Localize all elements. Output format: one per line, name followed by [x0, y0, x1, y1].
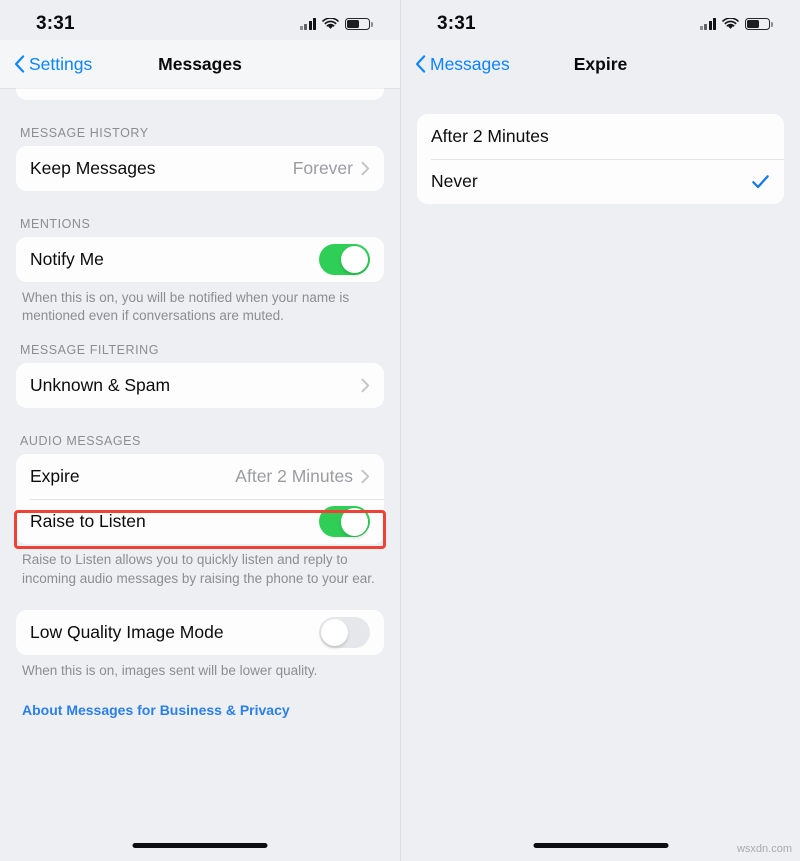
- watermark: wsxdn.com: [736, 843, 792, 855]
- row-label: Notify Me: [30, 249, 104, 269]
- section-card-message-history: Keep Messages Forever: [16, 146, 384, 191]
- nav-bar: Settings Messages: [0, 40, 400, 88]
- checkmark-icon: [751, 172, 770, 191]
- row-keep-messages[interactable]: Keep Messages Forever: [16, 146, 384, 191]
- chevron-right-icon: [361, 378, 370, 393]
- toggle-knob: [320, 618, 349, 647]
- section-card-low-quality: Low Quality Image Mode: [16, 609, 384, 655]
- row-low-quality-image-mode[interactable]: Low Quality Image Mode: [16, 609, 384, 655]
- toggle-knob: [340, 245, 369, 274]
- section-header-audio-messages: AUDIO MESSAGES: [20, 434, 141, 449]
- status-icons: [699, 16, 773, 31]
- section-card-audio-messages: Expire After 2 Minutes Raise to Listen: [16, 454, 384, 545]
- battery-icon: [345, 18, 373, 30]
- option-label: Never: [431, 171, 478, 191]
- nav-bar: Messages Expire: [401, 40, 800, 88]
- option-row-after-2-minutes[interactable]: After 2 Minutes: [417, 114, 784, 159]
- section-card-mentions: Notify Me: [16, 237, 384, 282]
- expire-options-card: After 2 Minutes Never: [417, 114, 784, 204]
- row-label: Expire: [30, 466, 80, 487]
- row-label: Keep Messages: [30, 158, 156, 178]
- row-notify-me[interactable]: Notify Me: [16, 237, 384, 282]
- status-time: 3:31: [437, 13, 476, 34]
- row-unknown-and-spam[interactable]: Unknown & Spam: [16, 363, 384, 409]
- wifi-icon: [722, 16, 739, 31]
- option-label: After 2 Minutes: [431, 126, 549, 146]
- section-header-mentions: MENTIONS: [20, 217, 91, 231]
- row-raise-to-listen[interactable]: Raise to Listen: [16, 499, 384, 545]
- raise-to-listen-toggle[interactable]: [319, 506, 370, 538]
- low-quality-image-mode-toggle[interactable]: [319, 616, 370, 648]
- chevron-left-icon: [415, 55, 426, 73]
- back-button[interactable]: Settings: [14, 54, 92, 75]
- chevron-right-icon: [361, 161, 370, 176]
- row-label: Unknown & Spam: [30, 375, 171, 396]
- section-footnote-audio-messages: Raise to Listen allows you to quickly li…: [22, 552, 375, 586]
- section-header-message-filtering: MESSAGE FILTERING: [20, 343, 160, 358]
- dual-screenshot-stage: 3:31 Settings Messages MESSAGE HISTORY K…: [0, 0, 800, 861]
- section-footnote-mentions: When this is on, you will be notified wh…: [22, 290, 350, 324]
- row-expire[interactable]: Expire After 2 Minutes: [16, 454, 384, 500]
- cellular-signal-icon: [699, 18, 716, 30]
- back-button-label: Messages: [430, 53, 510, 74]
- wifi-icon: [322, 16, 339, 31]
- right-phone-screen: 3:31 Messages Expire After 2 Minutes Nev…: [400, 0, 800, 861]
- chevron-right-icon: [361, 469, 370, 484]
- status-bar: 3:31: [0, 0, 400, 40]
- option-row-never[interactable]: Never: [417, 159, 784, 204]
- chevron-left-icon: [14, 55, 25, 73]
- section-card-message-filtering: Unknown & Spam: [16, 363, 384, 409]
- toggle-knob: [340, 508, 369, 536]
- section-footnote-low-quality: When this is on, images sent will be low…: [22, 662, 318, 678]
- row-label: Low Quality Image Mode: [30, 621, 224, 642]
- back-button-label: Settings: [29, 53, 93, 74]
- settings-list: MESSAGE HISTORY Keep Messages Forever ME…: [0, 100, 400, 722]
- status-time: 3:31: [36, 13, 75, 34]
- home-indicator: [132, 843, 268, 848]
- row-label: Raise to Listen: [30, 511, 146, 532]
- section-header-message-history: MESSAGE HISTORY: [20, 126, 149, 140]
- left-phone-screen: 3:31 Settings Messages MESSAGE HISTORY K…: [0, 0, 400, 861]
- battery-icon: [745, 18, 773, 30]
- notify-me-toggle[interactable]: [319, 244, 370, 275]
- status-bar: 3:31: [401, 0, 800, 40]
- row-value: After 2 Minutes: [235, 466, 353, 487]
- cellular-signal-icon: [299, 18, 316, 30]
- about-messages-for-business-link[interactable]: About Messages for Business & Privacy: [16, 698, 384, 722]
- home-indicator: [533, 843, 668, 848]
- status-icons: [299, 16, 373, 31]
- row-value: Forever: [292, 158, 353, 178]
- back-button[interactable]: Messages: [415, 54, 510, 75]
- scrolled-partial-card: [16, 88, 384, 100]
- expire-options-list: After 2 Minutes Never: [401, 88, 800, 204]
